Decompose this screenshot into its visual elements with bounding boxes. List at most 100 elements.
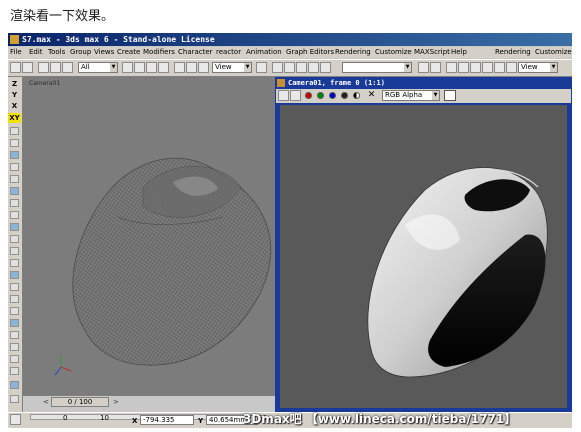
select-link-icon[interactable]	[38, 62, 49, 73]
bind-space-warp-icon[interactable]	[62, 62, 73, 73]
undo-icon[interactable]	[10, 62, 21, 73]
menu-customize-right[interactable]: Customize	[535, 47, 572, 58]
extras-icon-11[interactable]	[10, 247, 19, 255]
menu-customize[interactable]: Customize	[375, 47, 412, 58]
extras-icon-3[interactable]	[10, 151, 19, 159]
time-prev-button[interactable]: <	[43, 398, 49, 406]
select-manipulate-icon[interactable]	[272, 62, 283, 73]
select-region-icon[interactable]	[146, 62, 157, 73]
extras-icon-15[interactable]	[10, 295, 19, 303]
select-move-icon[interactable]	[174, 62, 185, 73]
pivot-center-icon[interactable]	[256, 62, 267, 73]
named-selection-sets-dropdown[interactable]: ▼	[342, 62, 412, 73]
extras-icon-22[interactable]	[10, 381, 19, 389]
extras-icon-12[interactable]	[10, 259, 19, 267]
angle-snap-icon[interactable]	[296, 62, 307, 73]
menu-graph-editors[interactable]: Graph Editors	[286, 47, 334, 58]
menu-file[interactable]: File	[10, 47, 22, 58]
axis-x-button[interactable]: X	[8, 101, 21, 111]
extras-icon-9[interactable]	[10, 223, 19, 231]
spinner-snap-icon[interactable]	[320, 62, 331, 73]
extras-icon-13[interactable]	[10, 271, 19, 279]
green-channel-icon[interactable]	[317, 92, 324, 99]
extras-icon-20[interactable]	[10, 355, 19, 363]
menu-modifiers[interactable]: Modifiers	[143, 47, 175, 58]
app-titlebar: S7.max - 3ds max 6 - Stand-alone License	[8, 33, 572, 46]
align-icon[interactable]	[430, 62, 441, 73]
axis-z-button[interactable]: Z	[8, 79, 21, 89]
extras-icon-8[interactable]	[10, 211, 19, 219]
quick-render-icon[interactable]	[506, 62, 517, 73]
extras-icon-6[interactable]	[10, 187, 19, 195]
percent-snap-icon[interactable]	[308, 62, 319, 73]
menu-edit[interactable]: Edit	[29, 47, 43, 58]
time-next-button[interactable]: >	[113, 398, 119, 406]
menu-maxscript[interactable]: MAXScript	[414, 47, 450, 58]
render-window-toolbar: ✕ RGB Alpha ▼	[276, 89, 571, 103]
axis-y-button[interactable]: Y	[8, 90, 21, 100]
3dsmax-window: S7.max - 3ds max 6 - Stand-alone License…	[8, 33, 572, 428]
extras-icon-19[interactable]	[10, 343, 19, 351]
extras-icon-4[interactable]	[10, 163, 19, 171]
select-by-name-icon[interactable]	[134, 62, 145, 73]
unlink-icon[interactable]	[50, 62, 61, 73]
axis-xy-button[interactable]: XY	[8, 113, 21, 123]
schematic-view-icon[interactable]	[470, 62, 481, 73]
extras-icon-23[interactable]	[10, 395, 19, 403]
monochrome-icon[interactable]	[353, 92, 360, 99]
menu-tools[interactable]: Tools	[48, 47, 65, 58]
material-editor-icon[interactable]	[482, 62, 493, 73]
layer-manager-icon[interactable]	[446, 62, 457, 73]
extras-icon-10[interactable]	[10, 235, 19, 243]
select-scale-icon[interactable]	[198, 62, 209, 73]
display-channel-dropdown[interactable]: RGB Alpha ▼	[382, 90, 440, 101]
select-rotate-icon[interactable]	[186, 62, 197, 73]
reference-coordinate-dropdown[interactable]: View ▼	[212, 62, 252, 73]
x-coord-label: X	[132, 417, 138, 425]
menu-rendering[interactable]: Rendering	[335, 47, 371, 58]
extras-icon-16[interactable]	[10, 307, 19, 315]
time-slider[interactable]: 0 / 100	[51, 397, 109, 407]
menu-character[interactable]: Character	[178, 47, 213, 58]
menu-animation[interactable]: Animation	[246, 47, 282, 58]
clear-icon[interactable]: ✕	[366, 90, 377, 101]
extras-icon-21[interactable]	[10, 367, 19, 375]
red-channel-icon[interactable]	[305, 92, 312, 99]
selection-filter-dropdown[interactable]: All ▼	[78, 62, 118, 73]
viewport-label[interactable]: Camera01	[29, 80, 60, 87]
render-type-dropdown[interactable]: View ▼	[518, 62, 558, 73]
render-scene-icon[interactable]	[494, 62, 505, 73]
camera-viewport[interactable]: Camera01	[23, 77, 283, 395]
menu-reactor[interactable]: reactor	[216, 47, 241, 58]
maxscript-listener-icon[interactable]	[10, 414, 21, 425]
extras-icon-18[interactable]	[10, 331, 19, 339]
redo-icon[interactable]	[22, 62, 33, 73]
extras-icon-1[interactable]	[10, 127, 19, 135]
axis-gizmo	[54, 355, 72, 376]
watermark-text: 3Dmax吧 【www.lineca.com/tieba/1771】	[243, 412, 517, 426]
menu-group[interactable]: Group	[70, 47, 91, 58]
blue-channel-icon[interactable]	[329, 92, 336, 99]
x-coord-field[interactable]: -794.335	[140, 415, 194, 425]
snap-toggle-icon[interactable]	[284, 62, 295, 73]
window-crossing-icon[interactable]	[158, 62, 169, 73]
extras-icon-14[interactable]	[10, 283, 19, 291]
render-window-icon	[277, 79, 285, 87]
extras-icon-2[interactable]	[10, 139, 19, 147]
extras-icon-5[interactable]	[10, 175, 19, 183]
select-object-icon[interactable]	[122, 62, 133, 73]
alpha-channel-icon[interactable]	[341, 92, 348, 99]
mirror-icon[interactable]	[418, 62, 429, 73]
display-channel-value: RGB Alpha	[385, 91, 423, 99]
menu-help[interactable]: Help	[451, 47, 467, 58]
menu-rendering-right[interactable]: Rendering	[495, 47, 531, 58]
color-swatch[interactable]	[444, 90, 456, 101]
curve-editor-icon[interactable]	[458, 62, 469, 73]
menu-create[interactable]: Create	[117, 47, 140, 58]
menu-views[interactable]: Views	[94, 47, 114, 58]
save-bitmap-icon[interactable]	[278, 90, 289, 101]
extras-icon-17[interactable]	[10, 319, 19, 327]
clone-window-icon[interactable]	[290, 90, 301, 101]
extras-icon-7[interactable]	[10, 199, 19, 207]
rendered-image	[280, 105, 567, 408]
